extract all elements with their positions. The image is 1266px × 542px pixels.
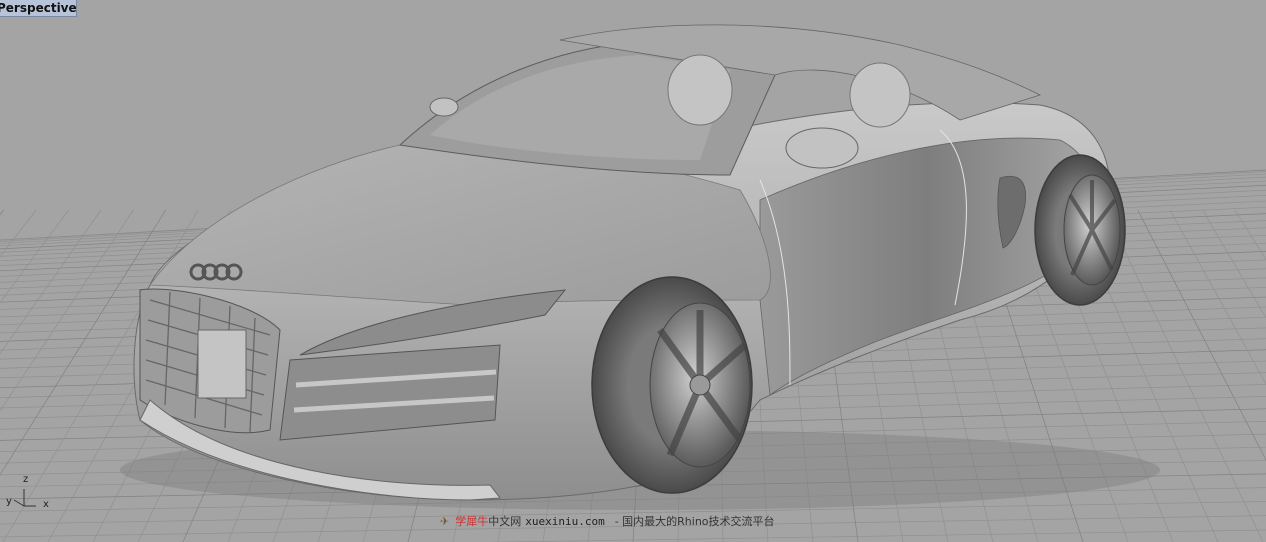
perspective-viewport[interactable]: Perspective z y x ✈ 学犀牛中文网 xuexiniu.com - 国…	[0, 0, 1266, 542]
construction-grid	[0, 24, 1266, 542]
rear-wheel	[1034, 154, 1126, 306]
watermark-tagline: - 国内最大的Rhino技术交流平台	[614, 515, 775, 528]
car-model	[120, 24, 1160, 510]
rhino-logo-icon: ✈	[440, 515, 450, 528]
axis-label-x: x	[43, 499, 49, 510]
viewport-title-tab[interactable]: Perspective	[0, 0, 77, 17]
watermark-url: xuexiniu.com	[525, 515, 605, 528]
axis-label-y: y	[6, 496, 12, 507]
watermark-brand: 学犀牛	[455, 515, 489, 528]
watermark: ✈ 学犀牛中文网 xuexiniu.com - 国内最大的Rhino技术交流平台	[440, 512, 775, 532]
axis-label-z: z	[23, 474, 29, 485]
front-wheel	[591, 276, 753, 494]
watermark-middle: 中文网	[488, 515, 522, 528]
